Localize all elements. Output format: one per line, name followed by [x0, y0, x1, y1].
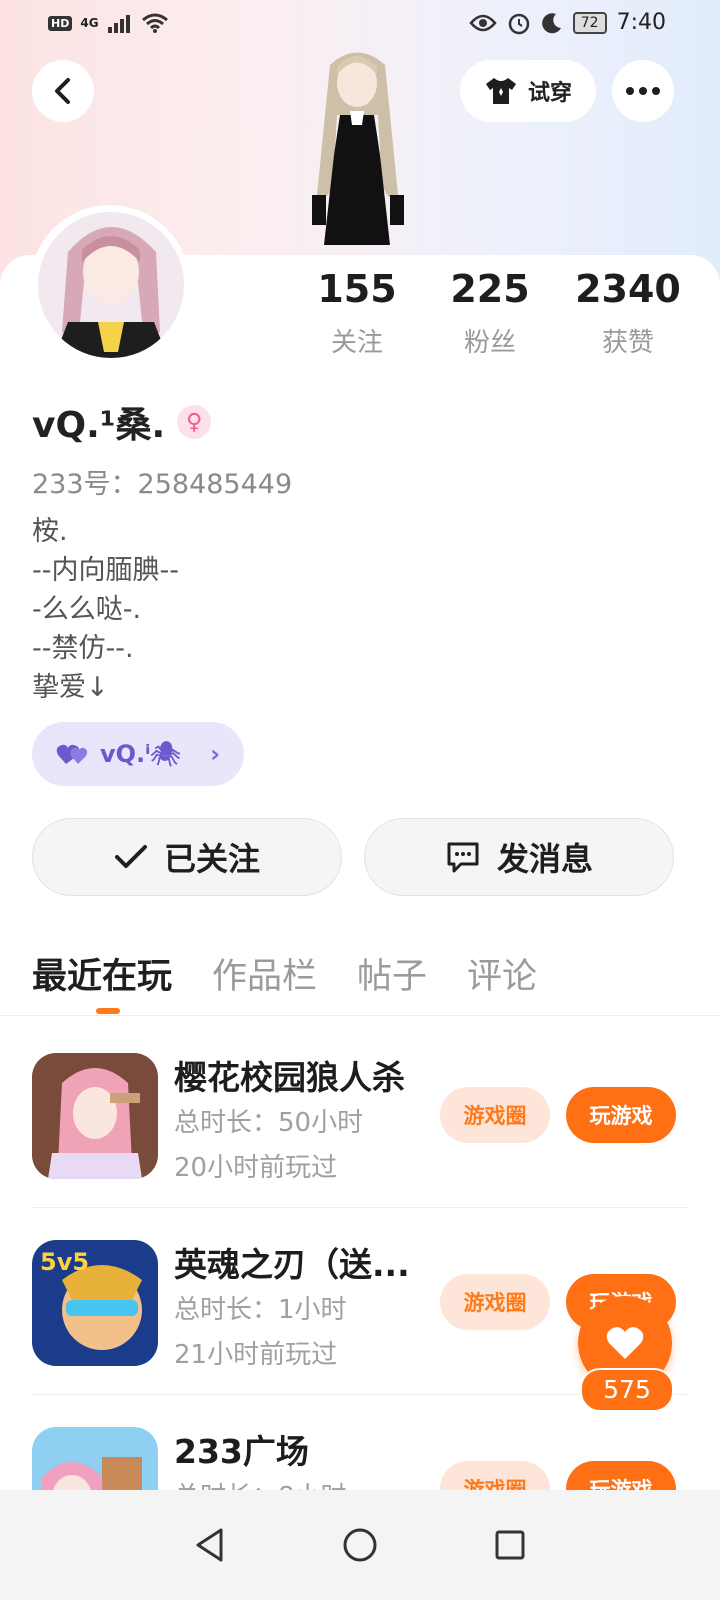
nav-back-button[interactable] — [190, 1525, 230, 1565]
bio-line: 挚爱↓ — [32, 672, 109, 703]
female-gender-icon: ♀ — [177, 405, 212, 439]
nickname-row: vQ.¹桑. ♀ — [32, 396, 212, 448]
back-arrow-icon — [55, 78, 70, 104]
relationship-badge-text: vQ.ⁱ🕷 — [100, 740, 181, 768]
nav-recents-button[interactable] — [490, 1525, 530, 1565]
hd-indicator: HD — [48, 15, 73, 31]
bio-line: --内向腼腆-- — [32, 555, 179, 586]
tabs-divider — [0, 1015, 720, 1016]
list-item[interactable]: 樱花校园狼人杀 总时长：50小时 20小时前玩过 游戏圈 玩游戏 — [32, 1053, 688, 1239]
tab-comments[interactable]: 评论 — [467, 948, 537, 999]
heart-icon — [606, 1327, 644, 1359]
eye-icon — [469, 14, 497, 31]
game-name: 樱花校园狼人杀 — [174, 1058, 405, 1097]
game-circle-button[interactable]: 游戏圈 — [440, 1087, 550, 1143]
battery-indicator: 72 — [572, 11, 607, 34]
double-heart-icon — [56, 744, 88, 764]
character-avatar-figure — [290, 45, 425, 255]
active-tab-indicator — [96, 1008, 120, 1014]
tab-recent-games[interactable]: 最近在玩 — [32, 948, 172, 999]
tab-posts[interactable]: 帖子 — [357, 948, 427, 999]
profile-tabs: 最近在玩 作品栏 帖子 评论 — [32, 948, 537, 999]
circle-home-icon — [343, 1528, 377, 1562]
chat-bubble-icon — [447, 842, 479, 873]
alarm-icon — [508, 13, 530, 34]
bio-line: 桉. — [32, 516, 68, 547]
following-count: 155 — [317, 267, 397, 311]
more-dots-icon — [626, 87, 660, 95]
stat-followers[interactable]: 225 粉丝 — [420, 266, 560, 359]
bio: 桉. --内向腼腆-- -么么哒-. --禁仿--. 挚爱↓ — [32, 512, 179, 707]
game-meta: 总时长：50小时 20小时前玩过 — [174, 1101, 363, 1191]
nav-home-button[interactable] — [340, 1525, 380, 1565]
try-on-button[interactable]: 试穿 — [460, 60, 596, 122]
game-duration: 总时长：1小时 — [174, 1295, 347, 1325]
nickname: vQ.¹桑. — [32, 405, 166, 446]
followed-button[interactable]: 已关注 — [32, 818, 342, 896]
like-count: 575 — [580, 1368, 674, 1412]
game-duration: 总时长：50小时 — [174, 1108, 364, 1138]
bio-line: --禁仿--. — [32, 633, 134, 664]
chevron-right-icon: › — [210, 740, 220, 768]
checkmark-icon — [114, 845, 147, 868]
relationship-badge[interactable]: vQ.ⁱ🕷 › — [32, 722, 244, 786]
triangle-back-icon — [196, 1528, 223, 1562]
stat-likes[interactable]: 2340 获赞 — [558, 266, 698, 359]
likes-label: 获赞 — [601, 328, 654, 358]
status-left: HD 4G — [48, 12, 169, 34]
stat-following[interactable]: 155 关注 — [287, 266, 427, 359]
square-recents-icon — [495, 1530, 525, 1560]
game-last-played: 20小时前玩过 — [174, 1153, 338, 1183]
game-circle-button[interactable]: 游戏圈 — [440, 1274, 550, 1330]
avatar[interactable] — [38, 212, 184, 358]
user-id: 233号：258485449 — [32, 469, 293, 500]
tshirt-icon — [485, 78, 516, 104]
back-button[interactable] — [32, 60, 94, 122]
svg-text:5v5: 5v5 — [40, 1248, 89, 1276]
message-label: 发消息 — [496, 840, 593, 878]
play-game-button[interactable]: 玩游戏 — [566, 1087, 676, 1143]
status-right: 72 7:40 — [469, 10, 666, 35]
wifi-icon — [141, 13, 168, 33]
message-button[interactable]: 发消息 — [364, 818, 674, 896]
game-meta: 总时长：1小时 21小时前玩过 — [174, 1288, 347, 1378]
game-name: 233广场 — [174, 1432, 309, 1471]
followers-label: 粉丝 — [463, 328, 516, 358]
game-last-played: 21小时前玩过 — [174, 1340, 338, 1370]
followers-count: 225 — [450, 267, 530, 311]
signal-icon — [107, 15, 130, 33]
game-icon-hero-blade[interactable]: 5v5 — [32, 1240, 158, 1366]
system-nav-bar — [0, 1490, 720, 1600]
network-type: 4G — [80, 16, 99, 30]
game-name: 英魂之刃（送... — [174, 1245, 410, 1284]
tab-works[interactable]: 作品栏 — [212, 948, 317, 999]
followed-label: 已关注 — [163, 840, 260, 878]
clock: 7:40 — [616, 10, 666, 35]
status-bar: HD 4G 72 7:40 — [0, 0, 720, 48]
row-divider — [32, 1207, 688, 1208]
following-label: 关注 — [330, 328, 383, 358]
try-on-label: 试穿 — [527, 81, 572, 106]
bio-line: -么么哒-. — [32, 594, 142, 625]
game-icon-sakura-werewolf[interactable] — [32, 1053, 158, 1179]
likes-count: 2340 — [575, 267, 681, 311]
more-button[interactable] — [612, 60, 674, 122]
moon-icon — [541, 12, 561, 33]
